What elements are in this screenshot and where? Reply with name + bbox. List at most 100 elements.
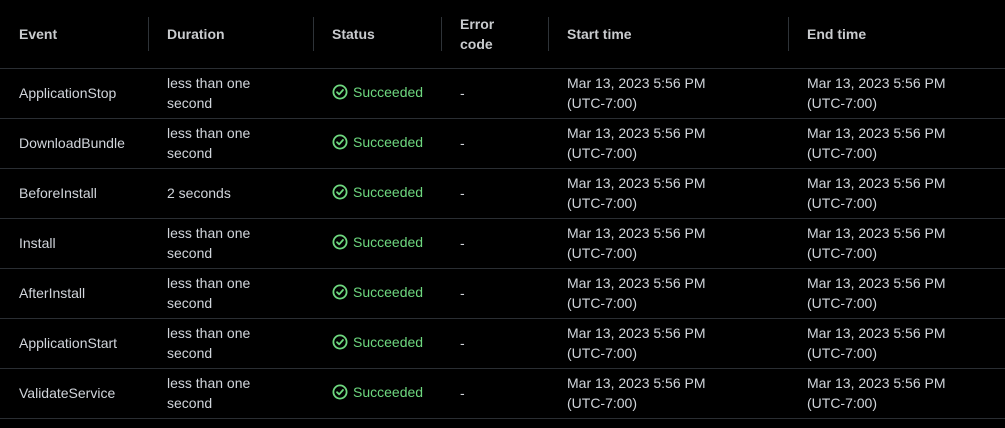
status-cell: Succeeded	[313, 268, 441, 318]
event-cell: DownloadBundle	[0, 118, 148, 168]
duration-cell: less than one second	[148, 68, 313, 118]
duration-value: less than one second	[167, 275, 251, 311]
column-header-duration: Duration	[148, 0, 313, 69]
start-time-cell: Mar 13, 2023 5:56 PM (UTC-7:00)	[548, 218, 788, 268]
column-header-label: Event	[19, 25, 58, 42]
end-timezone: (UTC-7:00)	[807, 395, 878, 411]
end-date: Mar 13, 2023 5:56 PM	[807, 275, 946, 291]
column-header-event: Event	[0, 0, 148, 69]
start-date: Mar 13, 2023 5:56 PM	[567, 325, 706, 341]
error-code-value: -	[460, 385, 465, 401]
table-row: ApplicationStop less than one second Suc…	[0, 68, 1005, 118]
duration-cell: less than one second	[148, 218, 313, 268]
start-date: Mar 13, 2023 5:56 PM	[567, 225, 706, 241]
event-cell: ApplicationStart	[0, 318, 148, 368]
error-code-cell: -	[441, 68, 548, 118]
status-cell: Succeeded	[313, 318, 441, 368]
start-timezone: (UTC-7:00)	[567, 295, 638, 311]
status-badge: Succeeded	[332, 332, 423, 352]
end-time-cell: Mar 13, 2023 5:56 PM (UTC-7:00)	[788, 368, 1005, 418]
event-name: ValidateService	[19, 385, 116, 401]
check-circle-icon	[332, 134, 348, 149]
event-name: DownloadBundle	[19, 135, 125, 151]
end-time-cell: Mar 13, 2023 5:56 PM (UTC-7:00)	[788, 168, 1005, 218]
duration-cell: less than one second	[148, 118, 313, 168]
event-cell: ValidateService	[0, 368, 148, 418]
status-badge: Succeeded	[332, 82, 423, 102]
status-label: Succeeded	[353, 83, 424, 100]
event-name: AfterInstall	[19, 285, 86, 301]
end-timezone: (UTC-7:00)	[807, 145, 878, 161]
error-code-cell: -	[441, 368, 548, 418]
duration-value: less than one second	[167, 75, 251, 111]
status-badge: Succeeded	[332, 182, 423, 202]
start-time-cell: Mar 13, 2023 5:56 PM (UTC-7:00)	[548, 368, 788, 418]
event-cell: BeforeInstall	[0, 168, 148, 218]
start-timezone: (UTC-7:00)	[567, 195, 638, 211]
error-code-value: -	[460, 185, 465, 201]
event-cell: Install	[0, 218, 148, 268]
status-cell: Succeeded	[313, 118, 441, 168]
error-code-cell: -	[441, 268, 548, 318]
event-cell: AfterInstall	[0, 268, 148, 318]
start-time-cell: Mar 13, 2023 5:56 PM (UTC-7:00)	[548, 268, 788, 318]
error-code-value: -	[460, 335, 465, 351]
status-cell: Succeeded	[313, 68, 441, 118]
start-time-cell: Mar 13, 2023 5:56 PM (UTC-7:00)	[548, 318, 788, 368]
table-row: BeforeInstall 2 seconds Succeeded - Mar …	[0, 168, 1005, 218]
error-code-cell: -	[441, 118, 548, 168]
duration-cell: less than one second	[148, 268, 313, 318]
table-row: ValidateService less than one second Suc…	[0, 368, 1005, 418]
start-time-cell: Mar 13, 2023 5:56 PM (UTC-7:00)	[548, 118, 788, 168]
duration-value: 2 seconds	[167, 185, 231, 201]
status-label: Succeeded	[353, 383, 424, 400]
end-date: Mar 13, 2023 5:56 PM	[807, 325, 946, 341]
status-cell: Succeeded	[313, 168, 441, 218]
duration-value: less than one second	[167, 375, 251, 411]
end-timezone: (UTC-7:00)	[807, 345, 878, 361]
start-timezone: (UTC-7:00)	[567, 145, 638, 161]
end-time-cell: Mar 13, 2023 5:56 PM (UTC-7:00)	[788, 318, 1005, 368]
table-row: DownloadBundle less than one second Succ…	[0, 118, 1005, 168]
check-circle-icon	[332, 334, 348, 349]
end-date: Mar 13, 2023 5:56 PM	[807, 225, 946, 241]
column-header-label: Duration	[167, 25, 225, 42]
end-timezone: (UTC-7:00)	[807, 295, 878, 311]
end-time-cell: Mar 13, 2023 5:56 PM (UTC-7:00)	[788, 118, 1005, 168]
column-header-label: End time	[807, 25, 867, 42]
column-header-error-code: Error code	[441, 0, 548, 69]
end-time-cell: Mar 13, 2023 5:56 PM (UTC-7:00)	[788, 268, 1005, 318]
error-code-cell: -	[441, 218, 548, 268]
error-code-value: -	[460, 135, 465, 151]
event-name: BeforeInstall	[19, 185, 97, 201]
duration-cell: 2 seconds	[148, 168, 313, 218]
end-time-cell: Mar 13, 2023 5:56 PM (UTC-7:00)	[788, 68, 1005, 118]
duration-value: less than one second	[167, 125, 251, 161]
start-time-cell: Mar 13, 2023 5:56 PM (UTC-7:00)	[548, 168, 788, 218]
status-badge: Succeeded	[332, 232, 423, 252]
event-name: Install	[19, 235, 56, 251]
end-time-cell: Mar 13, 2023 5:56 PM (UTC-7:00)	[788, 218, 1005, 268]
column-header-end-time: End time	[788, 0, 1005, 69]
column-divider	[441, 17, 442, 51]
status-label: Succeeded	[353, 283, 424, 300]
end-timezone: (UTC-7:00)	[807, 245, 878, 261]
duration-cell: less than one second	[148, 368, 313, 418]
status-label: Succeeded	[353, 133, 424, 150]
table-row: ApplicationStart less than one second Su…	[0, 318, 1005, 368]
header-row: Event Duration Status Error code Start t…	[0, 0, 1005, 69]
start-date: Mar 13, 2023 5:56 PM	[567, 375, 706, 391]
end-date: Mar 13, 2023 5:56 PM	[807, 375, 946, 391]
status-cell: Succeeded	[313, 218, 441, 268]
event-cell: ApplicationStop	[0, 68, 148, 118]
column-header-label: Status	[332, 25, 375, 42]
start-timezone: (UTC-7:00)	[567, 395, 638, 411]
duration-cell: less than one second	[148, 318, 313, 368]
error-code-value: -	[460, 235, 465, 251]
column-header-status: Status	[313, 0, 441, 69]
check-circle-icon	[332, 284, 348, 299]
start-date: Mar 13, 2023 5:56 PM	[567, 125, 706, 141]
status-label: Succeeded	[353, 333, 424, 350]
end-date: Mar 13, 2023 5:56 PM	[807, 125, 946, 141]
column-header-label: Error code	[460, 15, 495, 52]
